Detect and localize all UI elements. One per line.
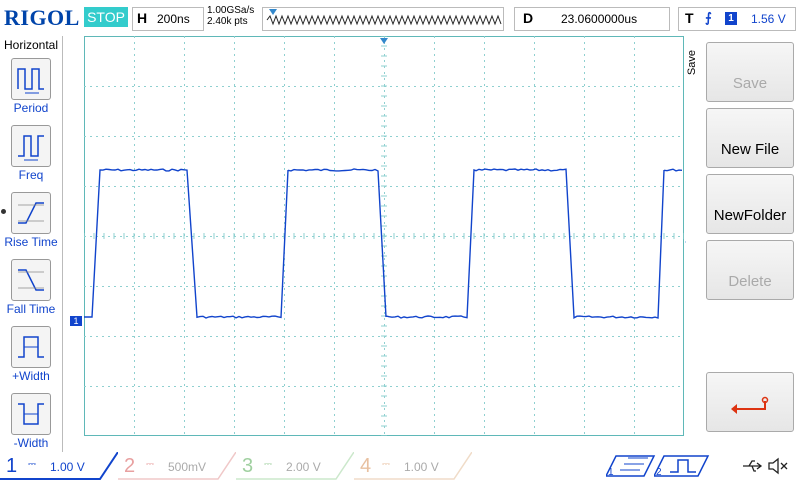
trigger-key: T: [685, 10, 694, 26]
ch3-number: 3: [242, 455, 254, 477]
svg-text:1: 1: [608, 467, 614, 478]
memory-depth: 2.40k pts: [207, 16, 248, 27]
ch1-scale: 1.00 V: [50, 460, 85, 474]
ch2-status[interactable]: 2 ⎓ 500mV: [118, 452, 236, 480]
dc-coupling-icon: ⎓: [28, 459, 36, 470]
measure-fall-time[interactable]: Fall Time: [0, 259, 62, 323]
save-menu: Save Save New File NewFolder Delete: [686, 36, 800, 452]
timebase-key: H: [137, 10, 148, 26]
fall-time-icon: [11, 259, 51, 301]
measure-period[interactable]: Period: [0, 58, 62, 122]
graticule: [84, 36, 684, 436]
measure-freq[interactable]: Freq: [0, 125, 62, 189]
horizontal-timebase[interactable]: H 200ns: [132, 7, 204, 31]
trigger-level: 1.56 V: [751, 12, 786, 26]
delete-button[interactable]: Delete: [706, 240, 794, 300]
return-arrow-icon: [731, 396, 769, 414]
menu-side-label: Save: [686, 50, 698, 76]
frequency-icon: [11, 125, 51, 167]
sample-rate: 1.00GSa/s: [207, 5, 255, 16]
svg-text:2: 2: [656, 467, 662, 478]
rigol-logo: RIGOL: [4, 5, 80, 30]
ch1-number: 1: [6, 455, 18, 477]
freq-label: Freq: [18, 168, 44, 182]
new-folder-button[interactable]: NewFolder: [706, 174, 794, 234]
dc-coupling-icon: ⎓: [264, 459, 272, 470]
reference-waveform-icon[interactable]: 2: [654, 454, 710, 478]
delay-value: 23.0600000us: [561, 12, 638, 26]
trigger-position-marker-icon[interactable]: [380, 38, 388, 44]
fall-time-label: Fall Time: [6, 302, 56, 316]
run-stop-indicator[interactable]: STOP: [84, 7, 128, 27]
ch2-number: 2: [124, 455, 136, 477]
return-button[interactable]: [706, 372, 794, 432]
top-status-bar: RIGOL STOP H 200ns 1.00GSa/s 2.40k pts D…: [0, 0, 800, 36]
ch1-status[interactable]: 1 ⎓ 1.00 V: [0, 452, 118, 480]
save-button-label: Save: [732, 75, 768, 92]
math-icon[interactable]: 1: [606, 454, 656, 478]
trigger-position-icon: [269, 9, 277, 15]
positive-width-icon: [11, 326, 51, 368]
ch3-scale: 2.00 V: [286, 460, 321, 474]
delete-label: Delete: [728, 273, 772, 290]
menu-title: Horizontal: [3, 38, 59, 52]
speaker-muted-icon[interactable]: [766, 454, 790, 478]
new-file-label: New File: [720, 141, 780, 158]
channel-bar: 1 ⎓ 1.00 V 2 ⎓ 500mV 3 ⎓ 2.00 V 4 ⎓ 1.00…: [0, 452, 800, 480]
period-label: Period: [13, 101, 49, 115]
ch4-number: 4: [360, 455, 372, 477]
period-icon: [11, 58, 51, 100]
new-folder-label: NewFolder: [713, 207, 787, 224]
rising-edge-icon: ⨍: [705, 10, 712, 25]
measure-negative-width[interactable]: -Width: [0, 393, 62, 457]
rise-time-label: Rise Time: [4, 235, 58, 249]
timebase-value: 200ns: [157, 12, 190, 26]
measure-menu: Horizontal Period Freq Rise Time Fall Ti…: [0, 36, 63, 452]
ch4-status[interactable]: 4 ⎓ 1.00 V: [354, 452, 472, 480]
negative-width-label: -Width: [13, 436, 49, 450]
waveform-overview-icon: [266, 14, 502, 26]
ch1-ground-marker[interactable]: 1: [70, 316, 82, 326]
negative-width-icon: [11, 393, 51, 435]
rise-time-icon: [11, 192, 51, 234]
ch4-scale: 1.00 V: [404, 460, 439, 474]
ch3-status[interactable]: 3 ⎓ 2.00 V: [236, 452, 354, 480]
delay-display[interactable]: D 23.0600000us: [514, 7, 670, 31]
ch2-scale: 500mV: [168, 460, 207, 474]
memory-overview[interactable]: [262, 7, 504, 31]
positive-width-label: +Width: [12, 369, 50, 383]
waveform-display[interactable]: 1: [70, 36, 691, 436]
dc-coupling-icon: ⎓: [382, 459, 390, 470]
new-file-button[interactable]: New File: [706, 108, 794, 168]
save-button[interactable]: Save: [706, 42, 794, 102]
trigger-display[interactable]: T ⨍ 1 1.56 V: [678, 7, 796, 31]
measure-positive-width[interactable]: +Width: [0, 326, 62, 390]
trigger-source-badge: 1: [725, 12, 737, 25]
dc-coupling-icon: ⎓: [146, 459, 154, 470]
measure-rise-time[interactable]: Rise Time: [0, 192, 62, 256]
delay-key: D: [523, 10, 534, 26]
acquisition-info: 1.00GSa/s 2.40k pts: [207, 5, 254, 27]
usb-icon: [743, 460, 763, 472]
